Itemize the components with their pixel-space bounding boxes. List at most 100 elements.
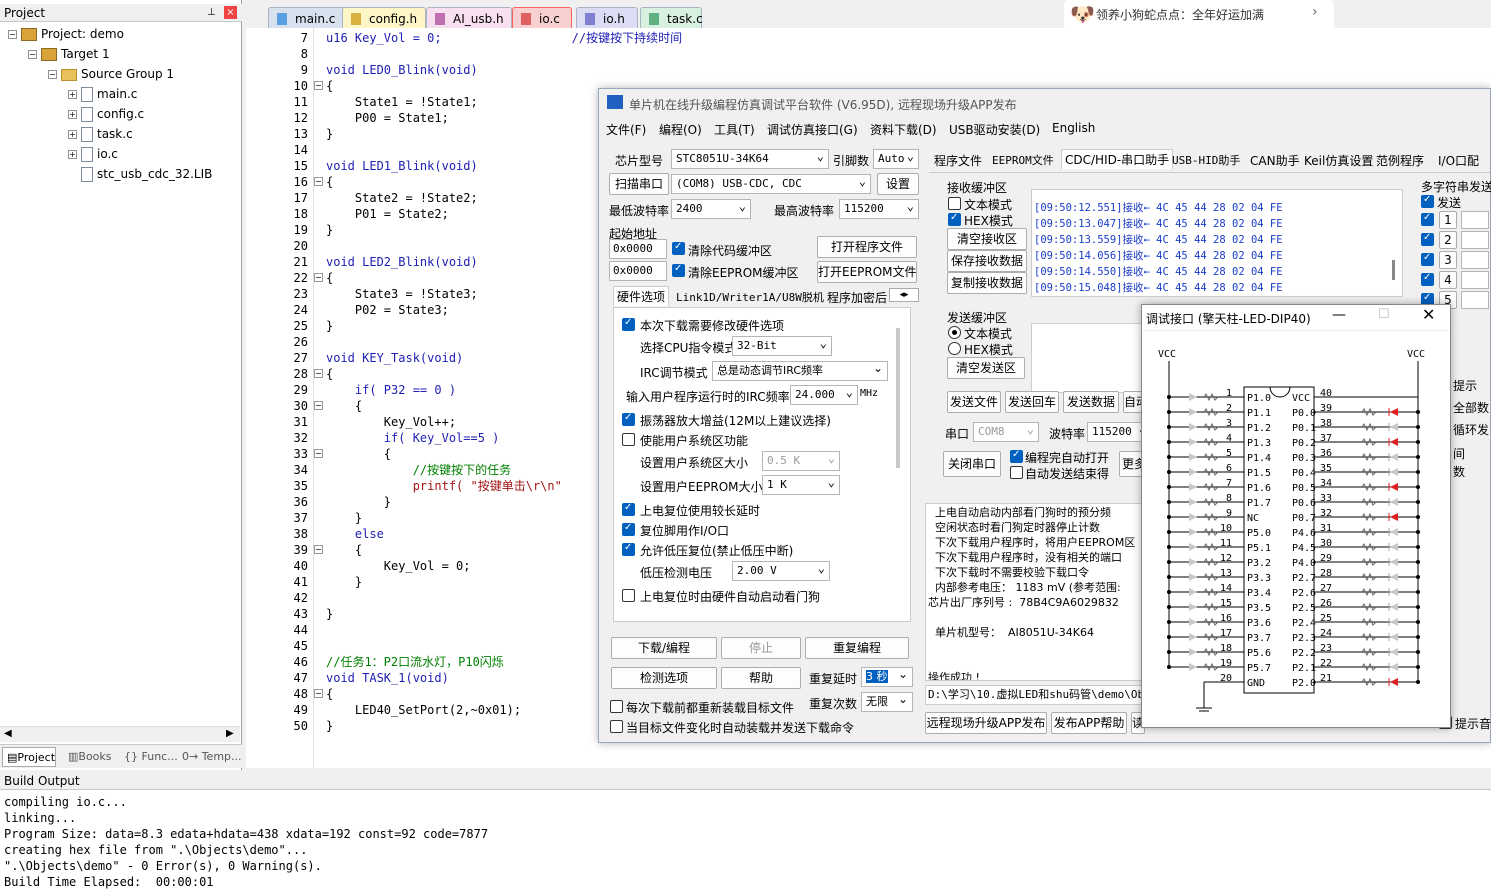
menu-debug[interactable]: 调试仿真接口(G) <box>767 121 858 138</box>
minimize-icon[interactable]: — <box>1332 307 1346 323</box>
options-scrollbar[interactable] <box>896 328 900 468</box>
code-line[interactable]: Key_Vol = 0; <box>326 558 471 574</box>
cpu-mode-select[interactable]: 32-Bit <box>732 336 832 356</box>
detect-options-button[interactable]: 检测选项 <box>611 667 717 689</box>
save-rx-button[interactable]: 保存接收数据 <box>947 250 1027 272</box>
pins-select[interactable]: Auto <box>873 149 919 169</box>
file-path-field[interactable]: D:\学习\10.虚拟LED和shu码管\demo\Obj <box>925 685 1145 705</box>
tx-text-area[interactable] <box>1031 323 1151 393</box>
lvd-select[interactable]: 2.00 V <box>732 561 830 581</box>
publish-help-button[interactable]: 发布APP帮助 <box>1051 712 1127 734</box>
code-line[interactable]: printf( "按键单击\r\n" <box>326 478 562 494</box>
tab-project[interactable]: ▤Project <box>2 747 57 767</box>
tab-task-c[interactable]: task.c <box>640 7 703 29</box>
fold-icon[interactable]: − <box>314 449 323 458</box>
send-data-button[interactable]: 发送数据 <box>1063 391 1119 413</box>
code-line[interactable]: void LED2_Blink(void) <box>326 254 478 270</box>
code-line[interactable]: { <box>326 398 362 414</box>
auto-open-checkbox[interactable] <box>1010 449 1023 463</box>
code-line[interactable]: } <box>326 718 333 734</box>
code-line[interactable]: { <box>326 174 333 190</box>
multi-send-row-checkbox[interactable] <box>1421 212 1434 226</box>
code-line[interactable]: LED40_SetPort(2,~0x01); <box>326 702 521 718</box>
tab-ai-usb-h[interactable]: AI_usb.h <box>426 7 512 29</box>
scroll-left-icon[interactable]: ◀ <box>4 728 12 739</box>
fold-icon[interactable]: − <box>314 545 323 554</box>
tab-books[interactable]: ▥Books <box>64 747 112 767</box>
collapse-icon[interactable]: − <box>28 50 37 59</box>
wdt-checkbox[interactable] <box>622 589 635 602</box>
remote-upgrade-button[interactable]: 远程现场升级APP发布 <box>925 712 1047 734</box>
tree-group[interactable]: − Source Group 1 <box>48 64 174 84</box>
code-line[interactable]: { <box>326 270 333 286</box>
multi-send-row-button[interactable]: 1 <box>1439 211 1457 229</box>
tab-templates[interactable]: 0→ Temp... <box>178 747 242 767</box>
rx-scrollbar[interactable] <box>1392 260 1395 280</box>
copy-rx-button[interactable]: 复制接收数据 <box>947 272 1027 294</box>
menu-usb-driver[interactable]: USB驱动安装(D) <box>949 121 1040 138</box>
clear-tx-button[interactable]: 清空发送区 <box>947 357 1025 379</box>
sys-size-select[interactable]: 0.5 K <box>762 451 840 471</box>
fold-icon[interactable]: − <box>314 369 323 378</box>
tab-examples[interactable]: 范例程序 <box>1373 151 1427 171</box>
code-line[interactable]: P02 = State3; <box>326 302 449 318</box>
send-cr-button[interactable]: 发送回车 <box>1005 391 1059 413</box>
chevron-right-icon[interactable]: › <box>1312 4 1318 20</box>
tree-file[interactable]: + io.c <box>68 144 118 164</box>
repeat-program-button[interactable]: 重复编程 <box>805 637 909 659</box>
open-program-button[interactable]: 打开程序文件 <box>817 236 917 258</box>
code-line[interactable]: } <box>326 126 333 142</box>
fold-icon[interactable]: − <box>314 273 323 282</box>
settings-button[interactable]: 设置 <box>877 173 919 195</box>
collapse-icon[interactable]: − <box>8 30 17 39</box>
tx-hex-mode-radio[interactable] <box>948 342 961 355</box>
clear-code-checkbox[interactable] <box>672 241 685 255</box>
tree-file[interactable]: + task.c <box>68 124 133 144</box>
tab-can-helper[interactable]: CAN助手 <box>1247 151 1303 171</box>
tab-functions[interactable]: {} Func... <box>120 747 178 767</box>
maximize-icon[interactable]: ☐ <box>1378 307 1390 322</box>
multi-send-row-checkbox[interactable] <box>1421 252 1434 266</box>
sys-area-checkbox[interactable] <box>622 433 635 446</box>
multi-send-row-input[interactable] <box>1461 291 1489 309</box>
code-line[interactable]: } <box>326 510 362 526</box>
fold-icon[interactable]: − <box>314 401 323 410</box>
tree-file[interactable]: + main.c <box>68 84 137 104</box>
pin-icon[interactable]: ⊥ <box>207 4 216 22</box>
multi-send-row-button[interactable]: 4 <box>1439 271 1457 289</box>
code-line[interactable]: State3 = !State3; <box>326 286 478 302</box>
auto-send-loop-checkbox[interactable] <box>1010 466 1023 479</box>
code-line[interactable]: } <box>326 318 333 334</box>
code-line[interactable]: if( Key_Vol==5 ) <box>326 430 500 446</box>
tab-program-file[interactable]: 程序文件 <box>931 151 985 171</box>
fold-icon[interactable]: − <box>314 81 323 90</box>
multi-send-row-checkbox[interactable] <box>1421 232 1434 246</box>
tab-eeprom-file[interactable]: EEPROM文件 <box>989 151 1057 171</box>
code-line[interactable]: State1 = !State1; <box>326 94 478 110</box>
code-line[interactable]: { <box>326 686 333 702</box>
tree-file[interactable]: + config.c <box>68 104 144 124</box>
close-icon[interactable]: × <box>224 6 237 19</box>
tx-text-mode-radio[interactable] <box>948 326 961 339</box>
scroll-right-icon[interactable]: ▶ <box>226 728 234 739</box>
repeat-count-select[interactable]: 无限 <box>861 692 913 712</box>
irc-frequency-select[interactable]: 24.000 <box>790 385 858 405</box>
menu-file[interactable]: 文件(F) <box>606 121 646 138</box>
code-line[interactable]: { <box>326 446 391 462</box>
close-icon[interactable]: ✕ <box>1422 305 1435 324</box>
code-line[interactable]: } <box>326 222 333 238</box>
min-baud-select[interactable]: 2400 <box>671 199 751 219</box>
tab-scroll-arrows[interactable]: ◂▸ <box>889 288 919 302</box>
code-line[interactable]: void LED1_Blink(void) <box>326 158 478 174</box>
download-button[interactable]: 下载/编程 <box>611 637 717 659</box>
tab-encryption[interactable]: 程序加密后 <box>824 288 890 308</box>
osc-gain-checkbox[interactable] <box>622 412 635 426</box>
tab-hardware-options[interactable]: 硬件选项 <box>613 286 670 306</box>
rx-text-mode-checkbox[interactable] <box>948 197 961 210</box>
open-eeprom-button[interactable]: 打开EEPROM文件 <box>817 261 917 283</box>
multi-send-row-button[interactable]: 2 <box>1439 231 1457 249</box>
tab-link1d[interactable]: Link1D/Writer1A/U8W脱机 <box>673 288 827 308</box>
modify-hw-checkbox[interactable] <box>622 317 635 331</box>
code-line[interactable]: else <box>326 526 384 542</box>
notification-bar[interactable]: 🐶 领养小狗蛇点点：全年好运加满 › <box>1064 0 1334 30</box>
